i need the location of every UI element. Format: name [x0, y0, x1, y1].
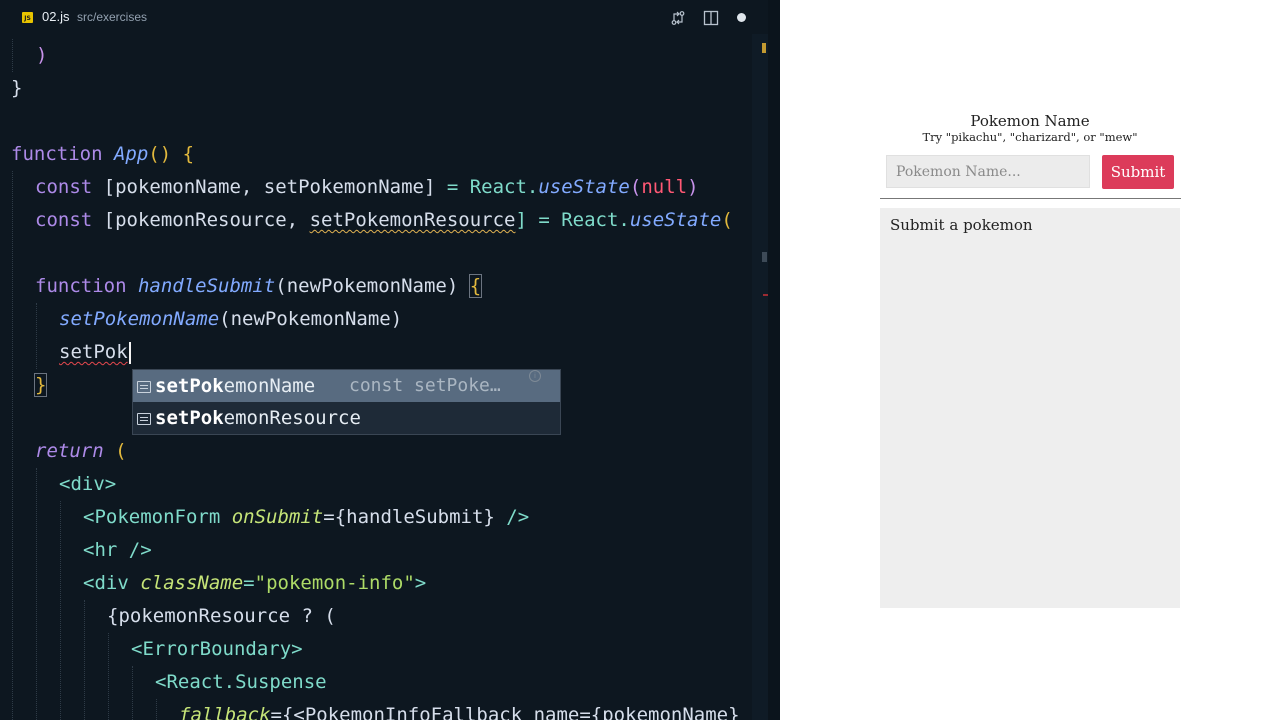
code-line[interactable]: function App() { — [11, 138, 194, 171]
form-hint: Try "pikachu", "charizard", or "mew" — [922, 130, 1138, 144]
bracket-match: { — [468, 274, 483, 298]
code-line[interactable]: return ( — [35, 435, 127, 468]
suggestion-detail: const setPoke… — [349, 375, 501, 396]
code-line[interactable]: fallback={<PokemonInfoFallback name={pok… — [179, 699, 740, 720]
code-line[interactable]: <React.Suspense — [155, 666, 327, 699]
code-line[interactable]: setPokemonName(newPokemonName) — [59, 303, 402, 336]
indent-guide — [36, 468, 37, 720]
code-line[interactable]: } — [11, 72, 22, 105]
indent-guide — [108, 633, 109, 720]
pokemon-name-input[interactable] — [886, 155, 1090, 188]
code-editor[interactable]: JS 02.js src/exercises ) } function App(… — [0, 0, 780, 720]
warning-squiggle: setPokemonResource — [309, 209, 516, 231]
app-preview: Pokemon Name Try "pikachu", "charizard",… — [780, 0, 1280, 720]
info-icon[interactable]: i — [529, 370, 541, 382]
indent-guide — [12, 171, 13, 720]
scroll-marker — [762, 252, 767, 262]
tab-path: src/exercises — [77, 10, 148, 24]
indent-guide — [60, 501, 61, 720]
indent-guide — [156, 699, 157, 720]
text-cursor — [128, 341, 131, 364]
editor-tab-bar: JS 02.js src/exercises — [0, 0, 780, 34]
warning-marker — [762, 43, 766, 53]
bracket-match: } — [33, 373, 48, 397]
code-line[interactable]: <div className="pokemon-info"> — [83, 567, 426, 600]
variable-icon — [137, 381, 151, 393]
code-line[interactable]: function handleSubmit(newPokemonName) { — [35, 270, 483, 303]
autocomplete-popup[interactable]: setPokemonName const setPoke… setPokemon… — [132, 369, 561, 435]
code-line[interactable]: const [pokemonName, setPokemonName] = Re… — [35, 171, 699, 204]
indent-guide — [84, 600, 85, 720]
code-line-active[interactable]: setPok — [59, 336, 131, 369]
error-squiggle: setPok — [59, 341, 128, 363]
tab-filename[interactable]: 02.js — [42, 9, 69, 24]
code-line[interactable]: <ErrorBoundary> — [131, 633, 303, 666]
code-line[interactable]: <hr /> — [83, 534, 152, 567]
suggestion-label: setPokemonResource — [155, 407, 361, 429]
split-editor-icon[interactable] — [703, 10, 719, 26]
pokemon-info-text: Submit a pokemon — [890, 216, 1033, 234]
javascript-file-icon: JS — [22, 12, 33, 23]
code-line[interactable]: <div> — [59, 468, 116, 501]
indent-guide — [36, 303, 37, 369]
code-line[interactable]: const [pokemonResource, setPokemonResour… — [35, 204, 733, 237]
divider-line — [880, 198, 1181, 199]
code-line[interactable]: } — [33, 369, 48, 402]
indent-guide — [132, 666, 133, 720]
suggestion-item-selected[interactable]: setPokemonName const setPoke… — [133, 370, 560, 402]
submit-button[interactable]: Submit — [1102, 155, 1174, 189]
indent-guide — [12, 39, 13, 72]
minimap[interactable] — [752, 34, 768, 720]
compare-changes-icon[interactable] — [670, 10, 686, 26]
variable-icon — [137, 413, 151, 425]
unsaved-dot-icon[interactable] — [737, 13, 746, 22]
pane-divider[interactable] — [768, 0, 780, 720]
suggestion-label: setPokemonName — [155, 375, 316, 397]
suggestion-item[interactable]: setPokemonResource — [133, 402, 560, 434]
code-line[interactable]: {pokemonResource ? ( — [107, 600, 336, 633]
pokemon-info-panel: Submit a pokemon — [880, 208, 1180, 608]
form-label: Pokemon Name — [970, 112, 1090, 130]
code-line[interactable]: ) — [36, 39, 47, 72]
